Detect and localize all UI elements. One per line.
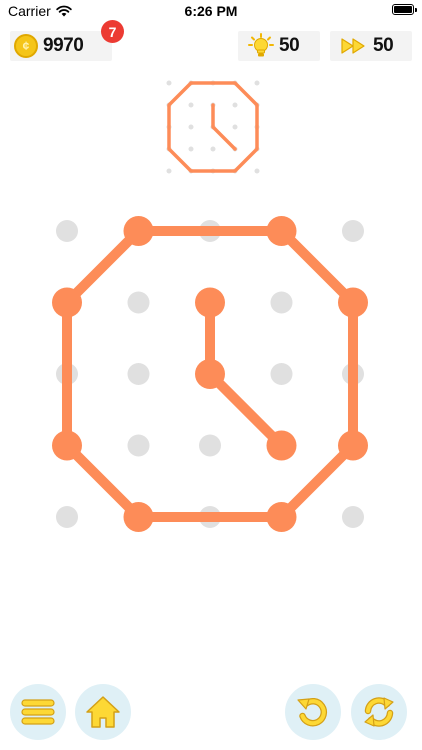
board-grid-dot[interactable] [127,363,150,385]
board-grid-dot[interactable] [127,291,150,314]
board-grid-dot[interactable] [270,291,293,314]
board-grid-dot[interactable] [342,220,364,242]
board-node [266,502,297,532]
preview-grid-dot [166,168,172,174]
skip-panel[interactable]: 50 [330,31,412,61]
preview-grid-dot [210,146,216,152]
preview-grid-dot [166,80,172,86]
game-board[interactable] [0,195,422,555]
target-preview [166,80,260,174]
preview-hand-line [211,103,237,151]
board-node [52,430,82,461]
hint-panel[interactable]: 50 [238,31,320,61]
preview-grid-dot [188,124,194,130]
undo-icon [297,697,327,727]
board-grid-dot[interactable] [56,506,78,528]
hints-value: 50 [279,35,300,56]
board-node [338,430,368,461]
restart-icon [364,697,394,727]
menu-button[interactable] [10,684,66,740]
board-grid-dot[interactable] [56,220,78,242]
board-node [266,430,297,461]
fast-forward-icon [341,38,365,54]
board-node [338,287,368,318]
board-node [195,359,225,389]
board-grid-dot[interactable] [342,506,364,528]
battery-icon [392,4,417,15]
board-grid-dot[interactable] [270,363,293,385]
board-node [266,216,297,246]
coin-icon: ¢ [14,34,38,58]
preview-grid-dot [232,102,238,108]
preview-grid-dot [232,124,238,130]
coins-value: 9970 [43,35,84,56]
board-grid-dot[interactable] [199,434,221,457]
preview-grid-dot [188,102,194,108]
board-grid-dot[interactable] [127,434,150,457]
board-node [52,287,82,318]
preview-grid-dot [254,80,260,86]
skips-value: 50 [373,35,394,56]
home-icon [86,696,120,728]
status-time: 6:26 PM [184,3,238,19]
preview-grid-dot [254,168,260,174]
board-node [123,502,154,532]
restart-button[interactable] [351,684,407,740]
preview-grid-dot [188,146,194,152]
coins-panel[interactable]: ¢ 9970 [10,31,112,61]
status-bar: Carrier 6:26 PM [0,0,422,22]
home-button[interactable] [75,684,131,740]
notification-badge[interactable]: 7 [101,20,124,43]
lightbulb-icon [248,33,274,57]
hamburger-menu-icon [21,699,55,725]
board-node [123,216,154,246]
board-node [195,287,225,318]
undo-button[interactable] [285,684,341,740]
